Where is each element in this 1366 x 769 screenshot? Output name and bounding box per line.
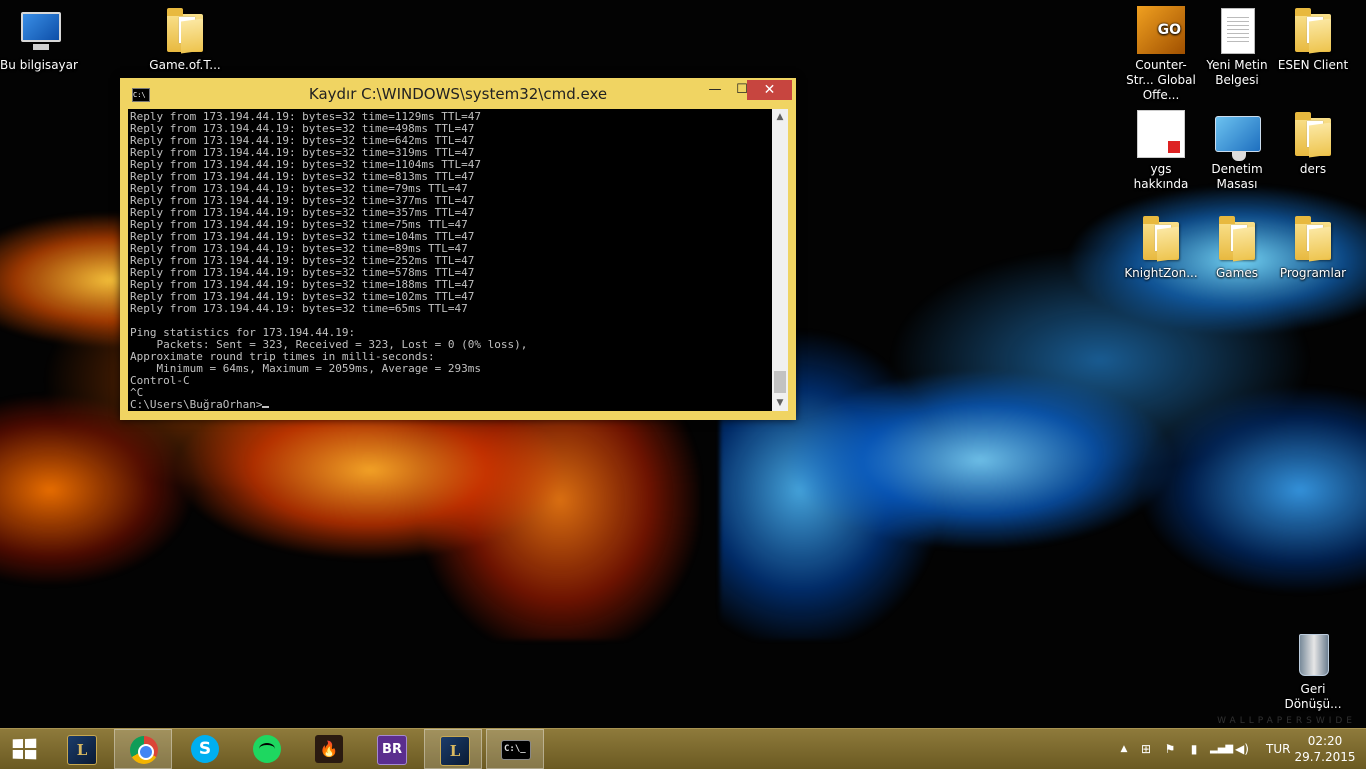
taskbar: L S 🔥 BR L C:\_ ▲ ⊞ ⚑ ▮ ▂▄▆ ◀) TUR 02:20…	[0, 728, 1366, 769]
league-of-legends-icon: L	[440, 736, 470, 766]
desktop-icon-this-pc[interactable]: Bu bilgisayar	[0, 6, 78, 73]
power-icon[interactable]: ▮	[1186, 741, 1202, 757]
scroll-thumb[interactable]	[774, 371, 786, 393]
close-button[interactable]: ✕	[747, 80, 792, 100]
text-document-icon	[1221, 8, 1255, 54]
clock-date: 29.7.2015	[1294, 750, 1356, 764]
console-line: Minimum = 64ms, Maximum = 2059ms, Averag…	[130, 362, 481, 375]
desktop-icon-knightzone[interactable]: KnightZon...	[1122, 214, 1200, 281]
folder-icon	[1219, 216, 1255, 262]
recycle-bin-icon	[1299, 634, 1329, 676]
cmd-window[interactable]: C:\ Kaydır C:\WINDOWS\system32\cmd.exe —…	[120, 78, 796, 420]
start-button[interactable]	[10, 737, 38, 761]
desktop-icon-label: Yeni Metin Belgesi	[1206, 58, 1268, 87]
desktop-icon-label: ders	[1299, 162, 1327, 176]
desktop-icon-label: ygs hakkında	[1133, 162, 1189, 191]
desktop-icon-label: Games	[1216, 266, 1258, 280]
desktop-icon-esen-client[interactable]: ESEN Client	[1274, 6, 1352, 73]
scroll-up-arrow-icon[interactable]: ▲	[772, 109, 788, 125]
taskbar-app-br[interactable]: BR	[362, 729, 420, 769]
flame-icon: 🔥	[315, 735, 343, 763]
desktop-icon-label: Counter-Str... Global Offe...	[1126, 58, 1196, 102]
desktop-icon-label: Game.of.T...	[149, 58, 221, 72]
clock[interactable]: 02:20 29.7.2015	[1290, 733, 1360, 765]
chevron-up-icon[interactable]: ▲	[1116, 741, 1132, 757]
desktop-icon-new-text-document[interactable]: Yeni Metin Belgesi	[1198, 6, 1276, 88]
desktop-icon-game-of-thrones[interactable]: Game.of.T...	[146, 6, 224, 73]
minimize-button[interactable]: —	[700, 80, 730, 100]
console-output[interactable]: Reply from 173.194.44.19: bytes=32 time=…	[128, 109, 772, 411]
taskbar-app-league-of-legends[interactable]: L	[52, 729, 110, 769]
folder-icon	[1295, 216, 1331, 262]
desktop-icon-label: Bu bilgisayar	[0, 58, 78, 72]
skype-icon: S	[191, 735, 219, 763]
text-cursor	[262, 406, 270, 408]
taskbar-app-spotify[interactable]	[238, 729, 296, 769]
window-titlebar[interactable]: C:\ Kaydır C:\WINDOWS\system32\cmd.exe —…	[120, 78, 796, 108]
console-prompt: C:\Users\BuğraOrhan>	[130, 398, 263, 411]
console-line: Control-C	[130, 374, 190, 387]
volume-icon[interactable]: ◀)	[1234, 741, 1250, 757]
clock-time: 02:20	[1307, 734, 1343, 748]
desktop-icon-csgo[interactable]: GO Counter-Str... Global Offe...	[1122, 6, 1200, 103]
console-line: Reply from 173.194.44.19: bytes=32 time=…	[130, 302, 468, 315]
taskbar-app-skype[interactable]: S	[176, 729, 234, 769]
desktop-icon-programlar[interactable]: Programlar	[1274, 214, 1352, 281]
control-panel-icon	[1215, 116, 1261, 161]
desktop-icon-label: ESEN Client	[1277, 58, 1349, 72]
pdf-icon	[1137, 110, 1185, 158]
desktop-icon-ders[interactable]: ders	[1274, 110, 1352, 177]
scroll-down-arrow-icon[interactable]: ▼	[772, 395, 788, 411]
league-of-legends-icon: L	[67, 735, 97, 765]
taskbar-app-flame[interactable]: 🔥	[300, 729, 358, 769]
desktop-icon-label: Denetim Masası	[1211, 162, 1263, 191]
spotify-icon	[253, 735, 281, 763]
desktop-icon-label: Geri Dönüşü...	[1284, 682, 1342, 711]
taskbar-app-league-of-legends-2[interactable]: L	[424, 729, 482, 769]
folder-icon	[167, 8, 203, 54]
taskbar-app-command-prompt[interactable]: C:\_	[486, 729, 544, 769]
br-app-icon: BR	[377, 735, 407, 765]
input-language[interactable]: TUR	[1266, 742, 1290, 756]
desktop-icon-recycle-bin[interactable]: Geri Dönüşü...	[1274, 630, 1352, 712]
folder-icon	[1295, 8, 1331, 54]
desktop-icon-control-panel[interactable]: Denetim Masası	[1198, 110, 1276, 192]
desktop-icon-games[interactable]: Games	[1198, 214, 1276, 281]
taskbar-app-chrome[interactable]	[114, 729, 172, 769]
folder-icon	[1143, 216, 1179, 262]
chrome-icon	[130, 736, 158, 764]
windows-flag-icon[interactable]: ⊞	[1138, 741, 1154, 757]
csgo-icon: GO	[1137, 6, 1185, 54]
window-title: Kaydır C:\WINDOWS\system32\cmd.exe	[308, 85, 608, 103]
desktop-icon-ygs-hakkinda[interactable]: ygs hakkında	[1122, 110, 1200, 192]
desktop-icon-label: Programlar	[1279, 266, 1347, 280]
wallpaper-watermark: WALLPAPERSWIDE	[1217, 716, 1356, 726]
action-center-flag-icon[interactable]: ⚑	[1162, 741, 1178, 757]
windows-logo-icon	[12, 738, 37, 760]
desktop-icon-label: KnightZon...	[1124, 266, 1198, 280]
command-prompt-icon: C:\_	[501, 740, 531, 760]
folder-icon	[1295, 112, 1331, 158]
computer-icon	[21, 12, 61, 50]
vertical-scrollbar[interactable]: ▲ ▼	[772, 109, 788, 411]
console-prompt-line[interactable]: C:\Users\BuğraOrhan>	[130, 399, 772, 411]
network-signal-icon[interactable]: ▂▄▆	[1210, 741, 1233, 757]
